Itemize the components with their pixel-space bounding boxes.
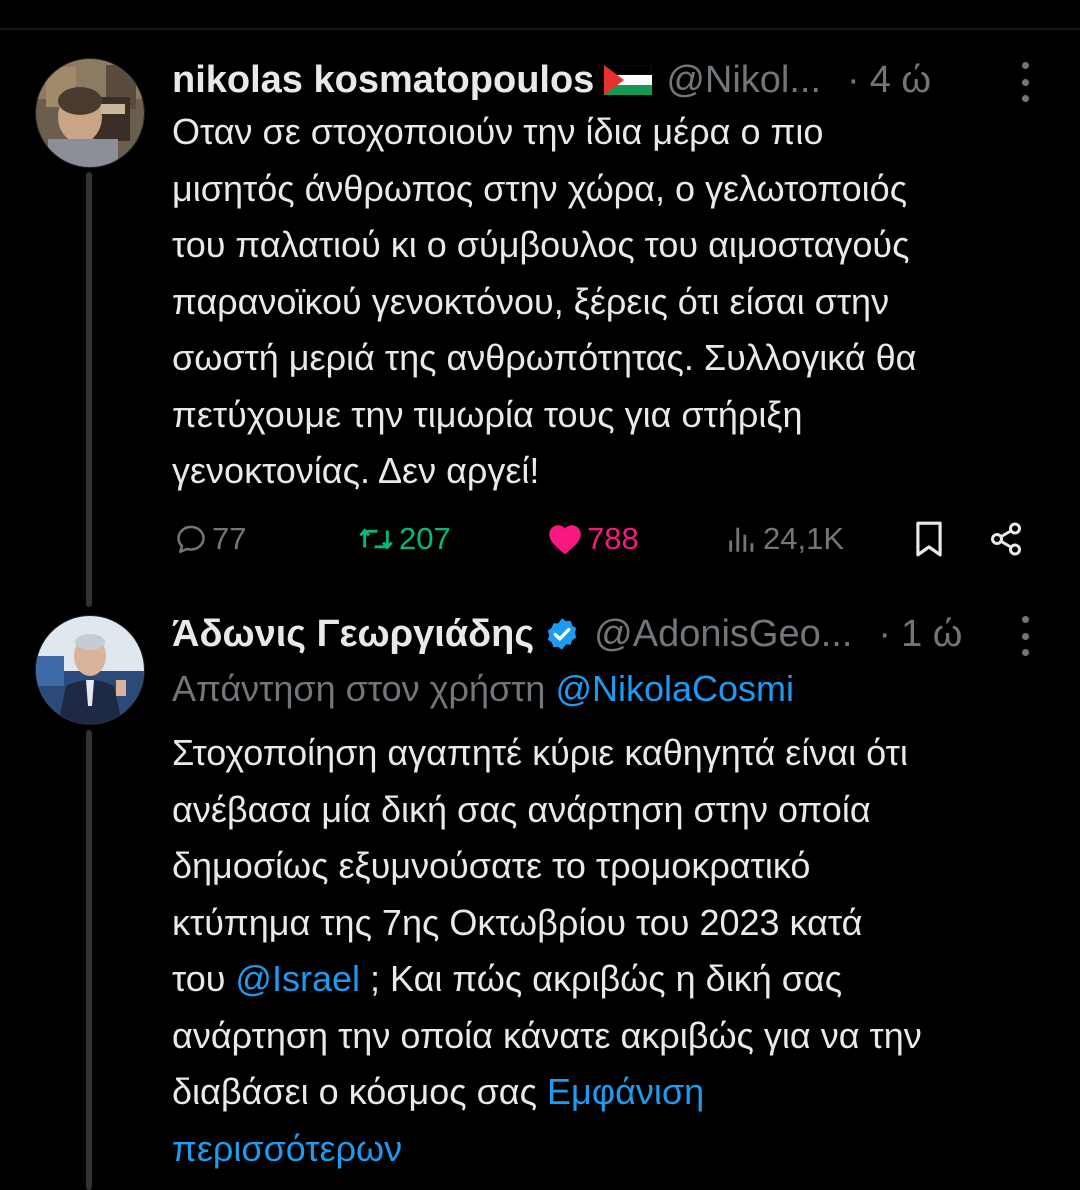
user-handle[interactable]: @AdonisGeo... (594, 613, 852, 656)
display-name[interactable]: nikolas kosmatopoulos (172, 59, 594, 102)
bookmark-button[interactable] (912, 512, 946, 566)
reply-prefix: Απάντηση στον χρήστη (172, 668, 556, 709)
reply-button[interactable]: 77 (174, 512, 246, 566)
thread-connector-line-2 (86, 730, 92, 1190)
reply-count: 77 (212, 521, 247, 556)
user-handle[interactable]: @Nikol... (666, 59, 821, 102)
mention-israel-link[interactable]: @Israel (235, 958, 360, 999)
heart-icon (549, 525, 581, 555)
views-button[interactable]: 24,1K (725, 512, 844, 566)
reply-mention-link[interactable]: @NikolaCosmi (555, 668, 794, 709)
display-name[interactable]: Άδωνις Γεωργιάδης (172, 613, 534, 656)
separator-dot: · (878, 612, 892, 655)
tweet-body: Οταν σε στοχοποιούν την ίδια μέρα ο πιο … (172, 111, 917, 491)
views-icon (729, 527, 754, 552)
tweet-header-2: Άδωνις Γεωργιάδης @AdonisGeo... · 1 ώ (172, 609, 962, 659)
share-button[interactable] (988, 512, 1024, 566)
like-button[interactable]: 788 (547, 512, 639, 566)
thread-connector-line (86, 172, 92, 607)
tweet-body-2: Στοχοποίηση αγαπητέ κύριε καθηγητά είναι… (172, 725, 1052, 1177)
retweet-icon (359, 528, 393, 550)
separator-dot: · (847, 58, 860, 101)
retweet-button[interactable]: 207 (357, 512, 451, 566)
share-icon (991, 522, 1021, 556)
like-count: 788 (587, 521, 639, 556)
avatar-nikolas[interactable] (35, 58, 145, 168)
retweet-count: 207 (399, 521, 451, 556)
timestamp[interactable]: 1 ώ (901, 613, 962, 656)
timestamp[interactable]: 4 ώ (870, 59, 931, 102)
palestine-flag-icon (604, 65, 653, 95)
top-divider (0, 28, 1080, 30)
tweet-header: nikolas kosmatopoulos @Nikol... · 4 ώ (172, 55, 931, 105)
replying-to-line: Απάντηση στον χρήστη @NikolaCosmi (172, 668, 794, 710)
reply-icon (177, 525, 205, 554)
avatar-adonis[interactable] (35, 615, 145, 725)
avatar-image (36, 59, 144, 167)
more-options-icon[interactable] (1020, 616, 1030, 656)
verified-badge-icon (547, 618, 577, 650)
bookmark-icon (916, 521, 942, 557)
avatar-image (36, 616, 144, 724)
view-count: 24,1K (763, 521, 845, 556)
more-options-icon[interactable] (1020, 62, 1030, 102)
tweet-actions: 77 207 788 24,1K (172, 512, 1032, 566)
